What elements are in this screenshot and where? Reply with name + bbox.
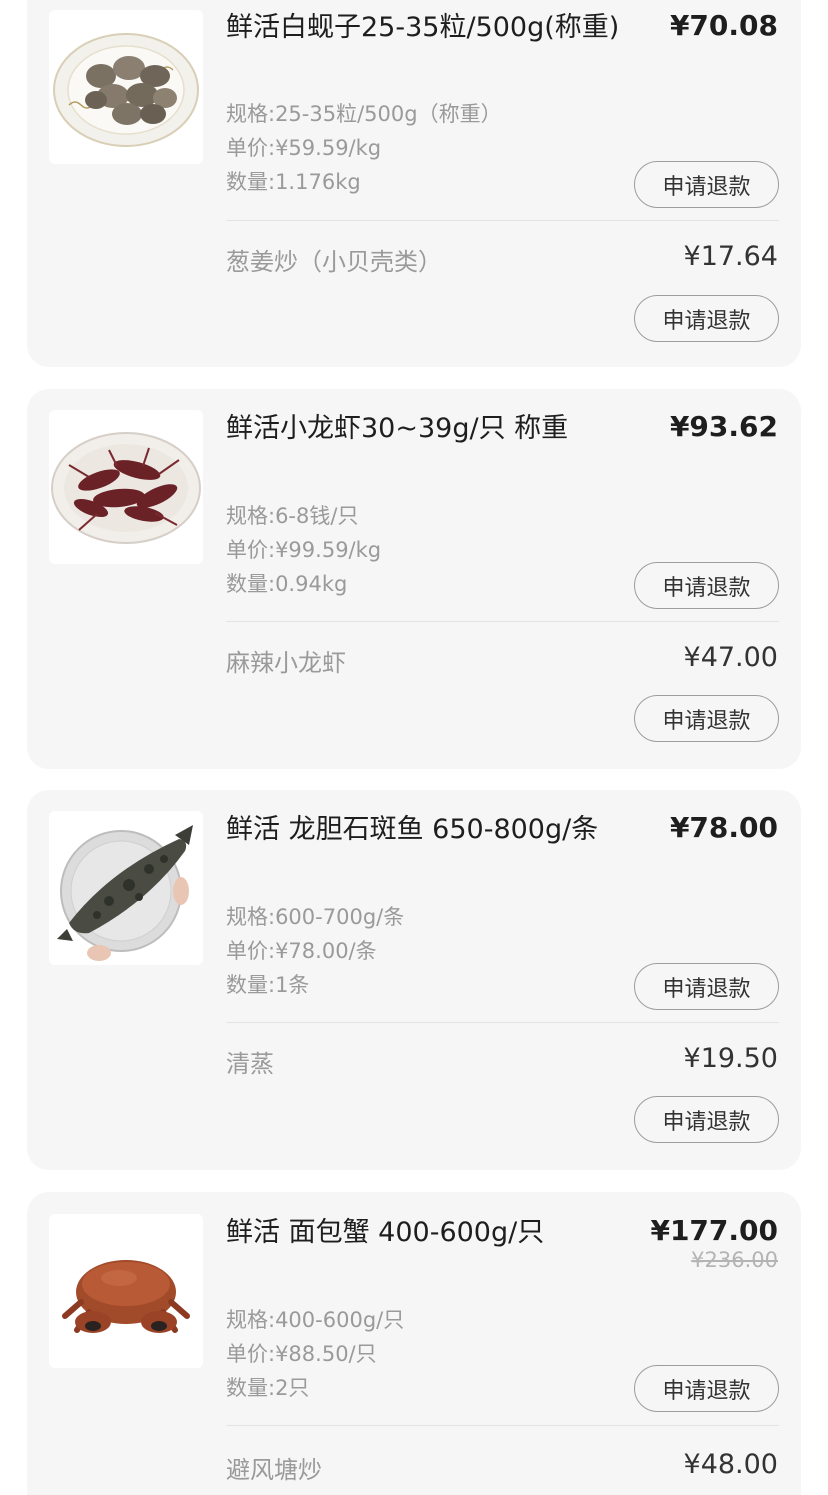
order-item-card: 鲜活 面包蟹 400-600g/只 ¥177.00 ¥236.00 规格:400…: [27, 1192, 801, 1495]
cooking-option-name: 避风塘炒: [226, 1456, 322, 1484]
product-quantity: 数量:1.176kg: [226, 170, 361, 194]
product-spec: 规格:25-35粒/500g（称重）: [226, 102, 502, 126]
order-item-card: 鲜活小龙虾30~39g/只 称重 ¥93.62 规格:6-8钱/只 单价:¥99…: [27, 389, 801, 769]
cooking-option-price: ¥48.00: [683, 1449, 778, 1480]
item-divider: [226, 1022, 779, 1023]
request-refund-button[interactable]: 申请退款: [634, 562, 779, 609]
item-divider: [226, 1425, 779, 1426]
product-title: 鲜活小龙虾30~39g/只 称重: [226, 413, 569, 444]
product-price: ¥70.08: [669, 9, 778, 42]
clams-plate-image: [53, 33, 199, 147]
cooking-option-name: 清蒸: [226, 1050, 274, 1078]
request-refund-button[interactable]: 申请退款: [634, 1096, 779, 1143]
brown-crab-image: [62, 1260, 190, 1333]
product-unit-price: 单价:¥88.50/只: [226, 1342, 377, 1366]
product-title: 鲜活 面包蟹 400-600g/只: [226, 1217, 545, 1248]
product-price: ¥93.62: [669, 410, 778, 443]
product-quantity: 数量:2只: [226, 1376, 310, 1400]
request-refund-button[interactable]: 申请退款: [634, 695, 779, 742]
item-divider: [226, 621, 779, 622]
original-price: ¥236.00: [691, 1248, 778, 1272]
request-refund-button[interactable]: 申请退款: [634, 963, 779, 1010]
crayfish-plate-image: [51, 432, 201, 544]
product-unit-price: 单价:¥59.59/kg: [226, 136, 382, 160]
product-title: 鲜活 龙胆石斑鱼 650-800g/条: [226, 814, 599, 845]
product-quantity: 数量:0.94kg: [226, 572, 348, 596]
product-unit-price: 单价:¥78.00/条: [226, 939, 377, 963]
product-spec: 规格:400-600g/只: [226, 1308, 405, 1332]
cooking-option-price: ¥47.00: [683, 642, 778, 673]
cooking-option-price: ¥17.64: [683, 241, 778, 272]
cooking-option-name: 葱姜炒（小贝壳类）: [226, 248, 442, 276]
product-image[interactable]: [49, 1214, 203, 1368]
product-price: ¥177.00: [650, 1214, 778, 1247]
grouper-fish-image: [57, 825, 193, 961]
request-refund-button[interactable]: 申请退款: [634, 1365, 779, 1412]
product-price: ¥78.00: [669, 811, 778, 844]
product-title: 鲜活白蚬子25-35粒/500g(称重): [226, 12, 620, 43]
product-spec: 规格:600-700g/条: [226, 905, 405, 929]
cooking-option-price: ¥19.50: [683, 1043, 778, 1074]
order-item-card: 鲜活白蚬子25-35粒/500g(称重) ¥70.08 规格:25-35粒/50…: [27, 0, 801, 367]
product-unit-price: 单价:¥99.59/kg: [226, 538, 382, 562]
product-quantity: 数量:1条: [226, 973, 310, 997]
product-spec: 规格:6-8钱/只: [226, 504, 359, 528]
cooking-option-name: 麻辣小龙虾: [226, 649, 346, 677]
product-image[interactable]: [49, 410, 203, 564]
item-divider: [226, 220, 779, 221]
request-refund-button[interactable]: 申请退款: [634, 161, 779, 208]
order-item-card: 鲜活 龙胆石斑鱼 650-800g/条 ¥78.00 规格:600-700g/条…: [27, 790, 801, 1170]
product-image[interactable]: [49, 811, 203, 965]
request-refund-button[interactable]: 申请退款: [634, 295, 779, 342]
product-image[interactable]: [49, 10, 203, 164]
